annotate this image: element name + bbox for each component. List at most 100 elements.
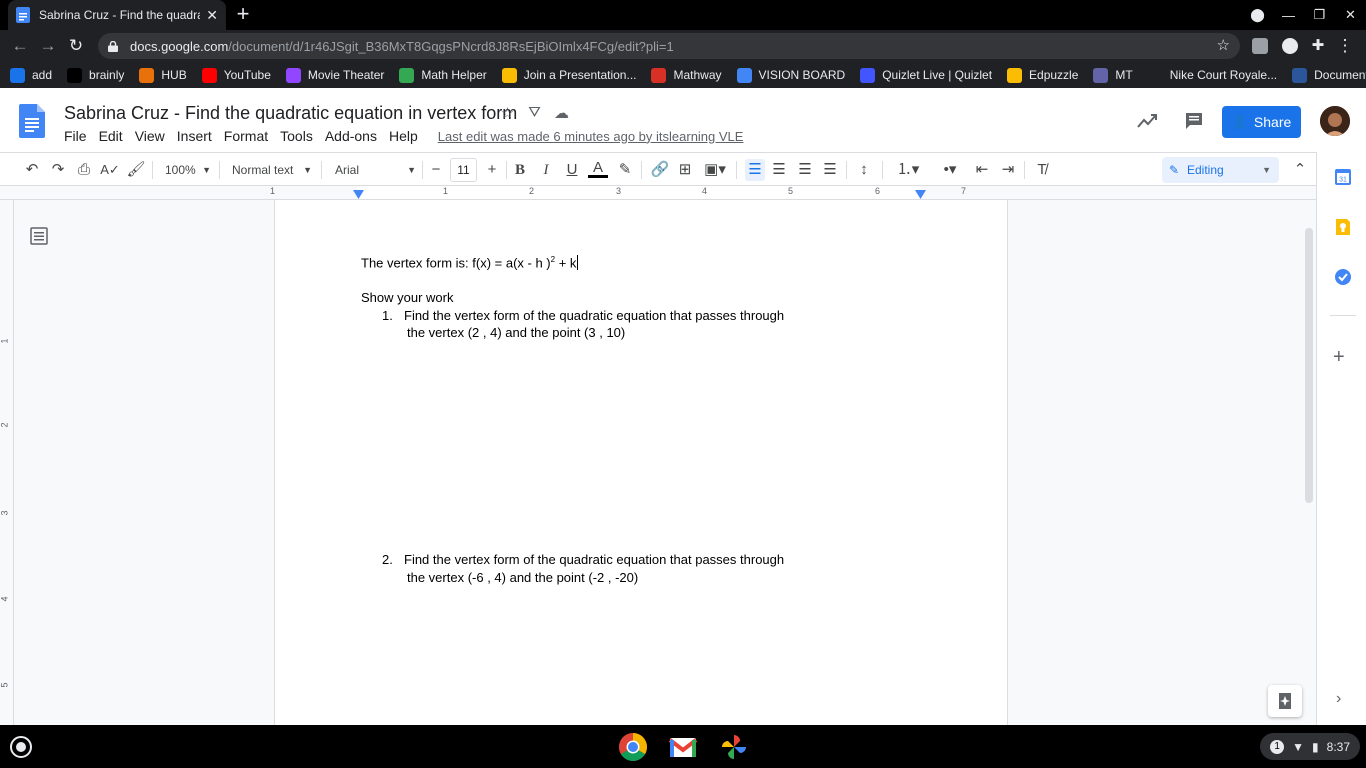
menu-addons[interactable]: Add-ons — [319, 128, 383, 144]
print-icon[interactable]: ⎙ — [74, 159, 94, 181]
share-button[interactable]: 👤 Share — [1222, 106, 1301, 138]
highlight-color-icon[interactable]: ✎ — [615, 159, 635, 181]
puzzle-icon[interactable]: ✚ — [1306, 34, 1330, 58]
bookmark-item[interactable]: MT — [1093, 67, 1133, 83]
scrollbar-thumb[interactable] — [1305, 228, 1313, 503]
bookmark-item[interactable]: VISION BOARD — [736, 67, 845, 83]
menu-edit[interactable]: Edit — [93, 128, 129, 144]
status-tray[interactable]: 1 ▼ ▮ 8:37 — [1260, 733, 1360, 760]
document-page[interactable]: The vertex form is: f(x) = a(x - h )2 + … — [274, 200, 1008, 725]
get-addons-icon[interactable]: + — [1333, 346, 1345, 369]
menu-tools[interactable]: Tools — [274, 128, 319, 144]
spellcheck-icon[interactable]: A✓ — [100, 159, 120, 181]
bookmark-item[interactable]: Quizlet Live | Quizlet — [860, 67, 992, 83]
increase-font-size-icon[interactable]: + — [483, 159, 501, 181]
justify-icon[interactable]: ☰ — [820, 159, 840, 181]
separator — [846, 161, 847, 179]
profile-menu-icon[interactable]: ⬤ — [1242, 7, 1273, 23]
left-indent-marker-icon[interactable] — [353, 190, 364, 199]
forward-icon[interactable]: → — [36, 34, 60, 58]
expand-panel-icon[interactable]: › — [1336, 690, 1341, 708]
address-bar[interactable]: docs.google.com/document/d/1r46JSgit_B36… — [98, 33, 1240, 59]
bookmark-item[interactable]: add — [10, 67, 52, 83]
tasks-icon[interactable] — [1334, 268, 1352, 286]
undo-icon[interactable]: ↶ — [22, 159, 42, 181]
underline-icon[interactable]: U — [563, 159, 581, 181]
bulleted-list-icon[interactable]: •▾ — [932, 159, 968, 181]
clear-formatting-icon[interactable]: T̸ — [1032, 159, 1052, 181]
bookmark-item[interactable]: Nike Court Royale... — [1147, 67, 1277, 83]
activity-dashboard-icon[interactable] — [1136, 110, 1158, 132]
decrease-font-size-icon[interactable]: − — [427, 159, 445, 181]
insert-comment-icon[interactable]: ⊞ — [675, 159, 695, 181]
menu-view[interactable]: View — [129, 128, 171, 144]
decrease-indent-icon[interactable]: ⇤ — [972, 159, 992, 181]
bookmark-item[interactable]: Join a Presentation... — [501, 67, 636, 83]
extension-s-icon[interactable] — [1282, 38, 1298, 54]
font-select[interactable]: Arial ▼ — [335, 159, 416, 181]
launcher-icon[interactable] — [10, 736, 32, 758]
cloud-status-icon[interactable]: ☁ — [548, 104, 575, 122]
font-size-input[interactable]: 11 — [450, 158, 477, 182]
more-menu-icon[interactable]: ⋮ — [1333, 34, 1357, 58]
close-window-icon[interactable]: ✕ — [1335, 7, 1366, 23]
google-photos-icon[interactable] — [719, 732, 749, 762]
bookmark-item[interactable]: brainly — [67, 67, 124, 83]
avatar[interactable] — [1320, 106, 1350, 136]
numbered-list-icon[interactable]: ⒈▾ — [890, 159, 926, 181]
insert-link-icon[interactable]: 🔗 — [650, 159, 670, 181]
bookmark-item[interactable]: Movie Theater — [285, 67, 384, 83]
paint-format-icon[interactable]: 🖌 — [126, 159, 146, 181]
bookmark-item[interactable]: Edpuzzle — [1007, 67, 1078, 83]
explore-button[interactable] — [1268, 685, 1302, 717]
align-right-icon[interactable]: ☰ — [795, 159, 815, 181]
document-outline-icon[interactable] — [30, 227, 48, 245]
bookmark-item[interactable]: Mathway — [651, 67, 722, 83]
reload-icon[interactable]: ↻ — [64, 34, 88, 58]
editing-mode-select[interactable]: ✎ Editing ▼ — [1162, 157, 1279, 183]
document-title[interactable]: Sabrina Cruz - Find the quadratic equati… — [64, 103, 517, 124]
divider — [1330, 315, 1356, 316]
minimize-icon[interactable]: — — [1273, 8, 1304, 23]
docs-logo-icon[interactable] — [19, 104, 45, 138]
move-folder-icon[interactable]: ⛛ — [521, 104, 548, 122]
hide-menus-icon[interactable]: ⌃ — [1290, 159, 1310, 181]
text-color-icon[interactable]: A — [588, 159, 608, 178]
zoom-select[interactable]: 100% ▼ — [165, 159, 211, 181]
text-cursor — [577, 255, 579, 271]
line-spacing-icon[interactable]: ↕ — [854, 159, 874, 181]
bookmark-item[interactable]: YouTube — [201, 67, 271, 83]
bookmark-item[interactable]: Math Helper — [399, 67, 487, 83]
increase-indent-icon[interactable]: ⇥ — [998, 159, 1018, 181]
align-left-icon[interactable]: ☰ — [745, 159, 765, 181]
bookmark-item[interactable]: HUB — [139, 67, 187, 83]
calendar-icon[interactable]: 31 — [1334, 168, 1352, 186]
star-icon[interactable]: ☆ — [494, 104, 521, 122]
menu-insert[interactable]: Insert — [171, 128, 218, 144]
comment-history-icon[interactable] — [1183, 110, 1205, 132]
maximize-icon[interactable]: ❐ — [1304, 7, 1335, 23]
menu-file[interactable]: File — [58, 128, 93, 144]
style-select[interactable]: Normal text ▼ — [232, 159, 312, 181]
menu-help[interactable]: Help — [383, 128, 424, 144]
chrome-icon[interactable] — [618, 732, 648, 762]
extension-icon[interactable] — [1252, 38, 1268, 54]
italic-icon[interactable]: I — [537, 159, 555, 181]
redo-icon[interactable]: ↷ — [48, 159, 68, 181]
gmail-icon[interactable] — [668, 732, 698, 762]
vertical-scrollbar[interactable] — [1302, 200, 1316, 725]
insert-image-icon[interactable]: ▣▾ — [700, 159, 730, 181]
back-icon[interactable]: ← — [8, 34, 32, 58]
last-edit-link[interactable]: Last edit was made 6 minutes ago by itsl… — [438, 129, 744, 144]
font-value: Arial — [335, 163, 360, 177]
close-tab-icon[interactable]: ✕ — [206, 7, 218, 24]
keep-icon[interactable] — [1334, 218, 1352, 236]
browser-tab[interactable]: Sabrina Cruz - Find the quadrati ✕ — [8, 0, 226, 30]
right-indent-marker-icon[interactable] — [915, 190, 926, 199]
align-center-icon[interactable]: ☰ — [769, 159, 789, 181]
menu-format[interactable]: Format — [218, 128, 274, 144]
new-tab-button[interactable]: + — [232, 3, 254, 25]
bold-icon[interactable]: B — [511, 159, 529, 181]
bookmark-star-icon[interactable]: ☆ — [1217, 36, 1230, 54]
bookmark-item[interactable]: Document14.docx — [1292, 67, 1366, 83]
